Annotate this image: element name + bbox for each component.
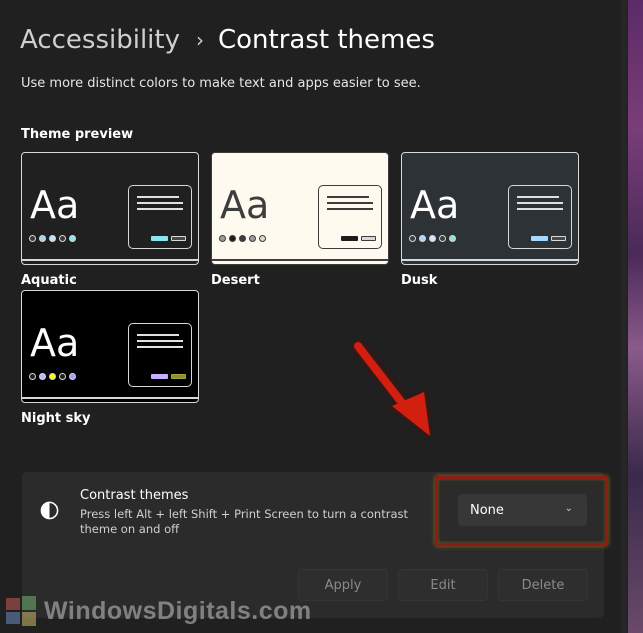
theme-window-preview: [128, 323, 192, 387]
color-swatch: [259, 235, 266, 242]
color-swatch: [229, 235, 236, 242]
theme-window-preview: [318, 185, 382, 249]
preview-line: [517, 196, 559, 198]
color-swatch: [419, 235, 426, 242]
preview-primary-button: [341, 236, 358, 241]
preview-footer-line: [402, 259, 578, 261]
theme-sample-text: Aa: [30, 183, 80, 227]
theme-sample-text: Aa: [30, 321, 80, 365]
preview-line: [137, 202, 183, 204]
preview-primary-button: [151, 374, 168, 379]
color-swatch: [39, 235, 46, 242]
color-swatch: [59, 373, 66, 380]
preview-line: [137, 346, 183, 348]
color-swatch: [429, 235, 436, 242]
theme-label-desert: Desert: [211, 273, 260, 288]
color-swatch: [219, 235, 226, 242]
preview-primary-button: [151, 236, 168, 241]
theme-color-swatches: [29, 373, 76, 380]
color-swatch: [49, 373, 56, 380]
theme-color-swatches: [409, 235, 456, 242]
breadcrumb-accessibility[interactable]: Accessibility: [20, 25, 180, 55]
watermark-text: WindowsDigitals.com: [44, 596, 312, 625]
preview-footer-line: [212, 259, 388, 261]
delete-button[interactable]: Delete: [498, 569, 588, 601]
settings-window: Accessibility › Contrast themes Use more…: [0, 0, 628, 633]
color-swatch: [439, 235, 446, 242]
color-swatch: [59, 235, 66, 242]
watermark: WindowsDigitals.com: [4, 595, 312, 627]
preview-line: [517, 202, 563, 204]
breadcrumb: Accessibility › Contrast themes: [20, 20, 435, 60]
preview-secondary-button: [361, 236, 376, 241]
preview-secondary-button: [171, 236, 186, 241]
highlight-box: [435, 476, 608, 546]
color-swatch: [39, 373, 46, 380]
theme-sample-text: Aa: [410, 183, 460, 227]
preview-secondary-button: [171, 374, 186, 379]
theme-sample-text: Aa: [220, 183, 270, 227]
desktop-background: [628, 0, 643, 633]
preview-line: [327, 196, 369, 198]
theme-card-aquatic[interactable]: Aa: [21, 152, 199, 265]
color-swatch: [29, 235, 36, 242]
color-swatch: [69, 235, 76, 242]
theme-label-aquatic: Aquatic: [21, 273, 77, 288]
preview-footer-line: [22, 259, 198, 261]
preview-primary-button: [531, 236, 548, 241]
theme-color-swatches: [219, 235, 266, 242]
theme-label-dusk: Dusk: [401, 273, 438, 288]
chevron-right-icon: ›: [196, 28, 204, 52]
color-swatch: [249, 235, 256, 242]
preview-line: [137, 196, 179, 198]
preview-secondary-button: [551, 236, 566, 241]
color-swatch: [49, 235, 56, 242]
preview-line: [517, 208, 563, 210]
page-title: Contrast themes: [218, 25, 435, 55]
preview-line: [137, 208, 183, 210]
color-swatch: [409, 235, 416, 242]
contrast-icon: [40, 501, 59, 520]
theme-card-night-sky[interactable]: Aa: [21, 290, 199, 403]
page-description: Use more distinct colors to make text an…: [21, 76, 421, 91]
theme-card-dusk[interactable]: Aa: [401, 152, 579, 265]
contrast-themes-title: Contrast themes: [80, 488, 189, 503]
color-swatch: [449, 235, 456, 242]
preview-line: [327, 202, 373, 204]
red-arrow-annotation: [352, 340, 432, 438]
theme-card-desert[interactable]: Aa: [211, 152, 389, 265]
theme-color-swatches: [29, 235, 76, 242]
color-swatch: [69, 373, 76, 380]
color-swatch: [239, 235, 246, 242]
edit-button[interactable]: Edit: [398, 569, 488, 601]
theme-preview-heading: Theme preview: [21, 127, 134, 142]
preview-footer-line: [22, 397, 198, 399]
scrollbar[interactable]: [621, 0, 627, 633]
windows-logo-icon: [6, 596, 36, 626]
preview-line: [327, 208, 373, 210]
theme-window-preview: [508, 185, 572, 249]
preview-line: [137, 340, 183, 342]
color-swatch: [29, 373, 36, 380]
theme-label-night-sky: Night sky: [21, 411, 91, 426]
theme-window-preview: [128, 185, 192, 249]
contrast-themes-description: Press left Alt + left Shift + Print Scre…: [80, 507, 408, 536]
preview-line: [137, 334, 179, 336]
